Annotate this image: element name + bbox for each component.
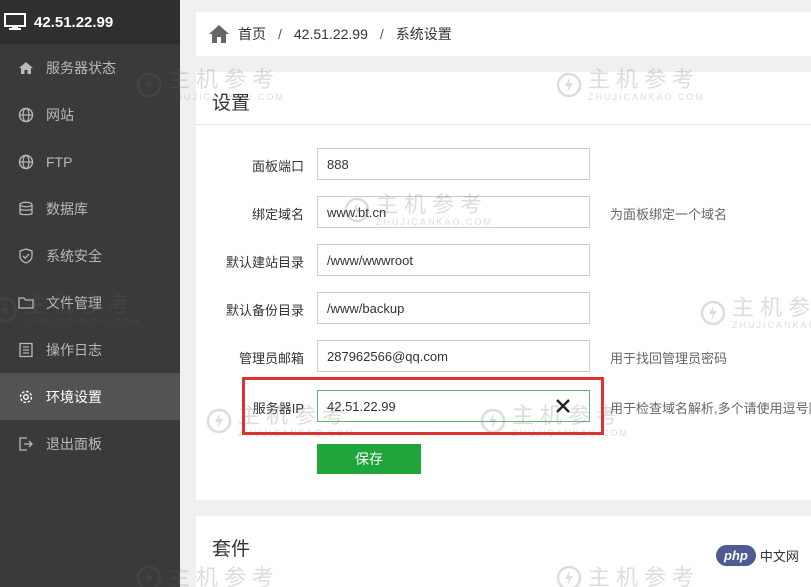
sidebar-item-files[interactable]: 文件管理 [0, 279, 180, 326]
highlight-box [242, 377, 604, 435]
field-row-backup-dir: 默认备份目录 [196, 292, 811, 324]
breadcrumb-host[interactable]: 42.51.22.99 [294, 26, 368, 42]
globe-icon [18, 107, 34, 123]
field-row-site-dir: 默认建站目录 [196, 244, 811, 276]
field-hint: 用于检查域名解析,多个请使用逗号隔 [610, 401, 811, 416]
sidebar-item-label: 操作日志 [46, 341, 102, 358]
php-cn-text: 中文网 [759, 548, 799, 564]
panel-port-input[interactable] [317, 148, 590, 180]
sidebar-item-label: 退出面板 [46, 435, 102, 452]
field-label: 绑定域名 [251, 207, 304, 222]
php-cn-badge: php 中文网 [716, 541, 811, 569]
sidebar-item-label: 网站 [46, 106, 74, 123]
ftp-globe-icon [18, 154, 34, 170]
sidebar-item-env-settings[interactable]: 环境设置 [0, 373, 180, 420]
sidebar: 42.51.22.99 服务器状态 网站 FTP 数据库 系统安全 文件管理 操… [0, 0, 180, 587]
server-host: 42.51.22.99 [34, 13, 114, 31]
field-hint: 用于找回管理员密码 [610, 351, 728, 366]
field-label: 默认备份目录 [225, 303, 304, 318]
sidebar-item-label: 服务器状态 [46, 59, 116, 76]
gear-icon [18, 389, 34, 405]
field-row-admin-email: 管理员邮箱 用于找回管理员密码 [196, 340, 811, 372]
sidebar-item-ftp[interactable]: FTP [0, 138, 180, 185]
bind-domain-input[interactable] [317, 196, 590, 228]
home-icon[interactable] [208, 23, 230, 45]
folder-icon [18, 295, 34, 311]
panel-title: 设置 [212, 93, 251, 114]
breadcrumb-separator: / [379, 26, 384, 42]
monitor-icon [4, 13, 26, 30]
sidebar-item-security[interactable]: 系统安全 [0, 232, 180, 279]
database-icon [18, 201, 34, 217]
log-icon [18, 342, 34, 358]
field-label: 面板端口 [251, 159, 304, 174]
panel-title: 套件 [212, 539, 251, 560]
sidebar-item-label: 数据库 [46, 200, 88, 217]
field-hint: 为面板绑定一个域名 [610, 207, 728, 222]
shield-icon [18, 247, 34, 264]
sidebar-item-website[interactable]: 网站 [0, 91, 180, 138]
breadcrumb-home[interactable]: 首页 [238, 24, 266, 44]
breadcrumb-current: 系统设置 [395, 26, 452, 42]
settings-panel: 设置 面板端口 绑定域名 为面板绑定一个域名 默认建站目录 默认备份目录 管理员… [196, 72, 811, 500]
php-logo-text: php [716, 544, 756, 566]
sidebar-item-label: 文件管理 [46, 294, 102, 311]
breadcrumb: 首页 / 42.51.22.99 / 系统设置 [196, 12, 811, 56]
logout-icon [18, 436, 34, 452]
sidebar-item-logs[interactable]: 操作日志 [0, 326, 180, 373]
field-row-bind-domain: 绑定域名 为面板绑定一个域名 [196, 196, 811, 228]
breadcrumb-separator: / [278, 26, 282, 42]
save-button[interactable]: 保存 [317, 444, 421, 474]
sidebar-item-label: FTP [46, 153, 73, 170]
home-icon [18, 60, 34, 76]
sidebar-item-server-status[interactable]: 服务器状态 [0, 44, 180, 91]
admin-email-input[interactable] [317, 340, 590, 372]
site-dir-input[interactable] [317, 244, 590, 276]
sidebar-item-database[interactable]: 数据库 [0, 185, 180, 232]
sidebar-item-logout[interactable]: 退出面板 [0, 420, 180, 467]
field-label: 默认建站目录 [225, 255, 304, 270]
sidebar-item-label: 环境设置 [46, 388, 102, 405]
backup-dir-input[interactable] [317, 292, 590, 324]
divider [196, 124, 811, 125]
field-label: 管理员邮箱 [238, 351, 304, 366]
sidebar-header: 42.51.22.99 [0, 0, 180, 44]
sidebar-item-label: 系统安全 [46, 247, 102, 264]
field-row-panel-port: 面板端口 [196, 148, 811, 180]
